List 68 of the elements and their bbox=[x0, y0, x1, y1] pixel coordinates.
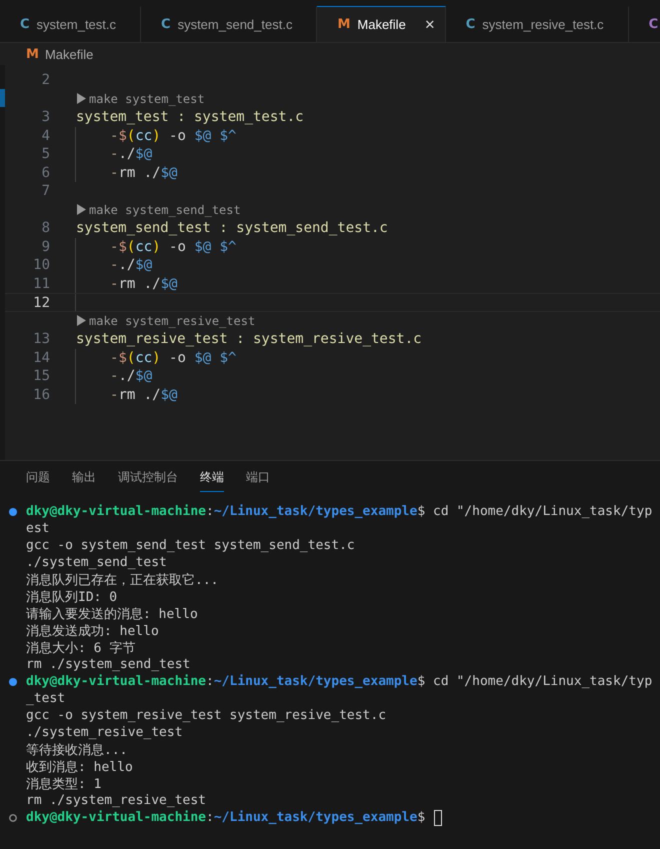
code-line: -$(cc) -o $@ $^ bbox=[110, 348, 236, 367]
terminal-output: 消息发送成功: hello bbox=[26, 622, 159, 640]
line-number: 6 bbox=[40, 164, 50, 182]
line-number: 11 bbox=[32, 274, 50, 293]
terminal-output: 消息类型: 1 bbox=[26, 776, 102, 792]
line-number: 12 bbox=[32, 294, 50, 310]
line-number: 9 bbox=[40, 238, 50, 256]
terminal-prompt: dky@dky-virtual-machine:~/Linux_task/types_example$ bbox=[26, 810, 426, 825]
file-type-icon: M bbox=[26, 46, 39, 62]
terminal-prompt: dky@dky-virtual-machine:~/Linux_task/types_example$ cd "/home/dky/Linux_task/typ bbox=[26, 504, 652, 519]
code-line: -$(cc) -o $@ $^ bbox=[110, 238, 236, 256]
file-type-icon: C bbox=[161, 17, 171, 32]
activity-indicator bbox=[0, 89, 5, 107]
run-codelens[interactable]: make system_send_test bbox=[76, 200, 660, 219]
file-type-icon: C bbox=[648, 17, 658, 32]
terminal-output: rm ./system_send_test bbox=[26, 657, 190, 672]
panel-tab[interactable]: 调试控制台 bbox=[118, 469, 178, 492]
file-type-icon: C bbox=[466, 17, 476, 32]
run-codelens[interactable]: make system_test bbox=[76, 90, 660, 108]
line-number: 5 bbox=[40, 145, 50, 164]
line-number: 4 bbox=[40, 126, 50, 145]
code-line: -rm ./$@ bbox=[110, 274, 178, 293]
panel-tab[interactable]: 端口 bbox=[246, 469, 270, 492]
code-line: -./$@ bbox=[110, 256, 152, 274]
line-number: 14 bbox=[32, 348, 50, 367]
file-type-icon: M bbox=[337, 17, 350, 32]
code-line: system_test : system_test.c bbox=[76, 108, 304, 126]
panel-tab[interactable]: 终端 bbox=[200, 469, 224, 492]
editor-tab[interactable]: M Makefile × bbox=[317, 6, 446, 42]
line-number: 15 bbox=[32, 367, 50, 386]
line-number: 7 bbox=[40, 182, 50, 200]
terminal-output: ./system_send_test bbox=[26, 555, 167, 570]
line-number: 8 bbox=[40, 219, 50, 238]
line-number: 2 bbox=[40, 71, 50, 90]
panel-tab[interactable]: 输出 bbox=[72, 469, 96, 492]
close-icon[interactable]: × bbox=[424, 14, 435, 34]
editor-tab[interactable]: C bbox=[628, 6, 660, 42]
play-icon bbox=[76, 315, 86, 326]
terminal-output: est bbox=[26, 521, 50, 536]
code-line: system_send_test : system_send_test.c bbox=[76, 219, 388, 238]
terminal-output: gcc -o system_send_test system_send_test.c bbox=[26, 538, 355, 553]
panel-tab[interactable]: 问题 bbox=[26, 469, 50, 492]
breadcrumb-item[interactable]: Makefile bbox=[44, 46, 94, 62]
terminal-output: 消息队列ID: 0 bbox=[26, 588, 118, 606]
play-icon bbox=[76, 204, 86, 216]
run-codelens[interactable]: make system_resive_test bbox=[76, 312, 660, 330]
line-number: 10 bbox=[32, 256, 50, 274]
file-type-icon: C bbox=[20, 17, 30, 32]
terminal-output: 等待接收消息... bbox=[26, 742, 128, 758]
terminal-prompt: dky@dky-virtual-machine:~/Linux_task/types_example$ cd "/home/dky/Linux_task/typ bbox=[26, 674, 652, 689]
terminal-output: _test bbox=[26, 691, 66, 706]
code-line: -./$@ bbox=[110, 367, 152, 386]
line-number: 3 bbox=[40, 108, 50, 126]
terminal-output: 收到消息: hello bbox=[26, 758, 133, 776]
code-line: -$(cc) -o $@ $^ bbox=[110, 126, 236, 145]
terminal-output: 请输入要发送的消息: hello bbox=[26, 606, 198, 622]
code-line: -rm ./$@ bbox=[110, 164, 178, 182]
terminal-output: 消息大小: 6 字节 bbox=[26, 640, 136, 656]
terminal-output: ./system_resive_test bbox=[26, 725, 183, 740]
terminal-output: 消息队列已存在，正在获取它... bbox=[26, 572, 218, 588]
code-line: -./$@ bbox=[110, 145, 152, 164]
play-icon bbox=[76, 93, 86, 104]
code-line: -rm ./$@ bbox=[110, 386, 178, 404]
terminal-output: rm ./system_resive_test bbox=[26, 793, 206, 808]
terminal-output: gcc -o system_resive_test system_resive_test.c bbox=[26, 708, 386, 723]
code-line: system_resive_test : system_resive_test.c bbox=[76, 330, 422, 348]
line-number: 16 bbox=[32, 386, 50, 404]
line-number: 13 bbox=[32, 330, 50, 348]
